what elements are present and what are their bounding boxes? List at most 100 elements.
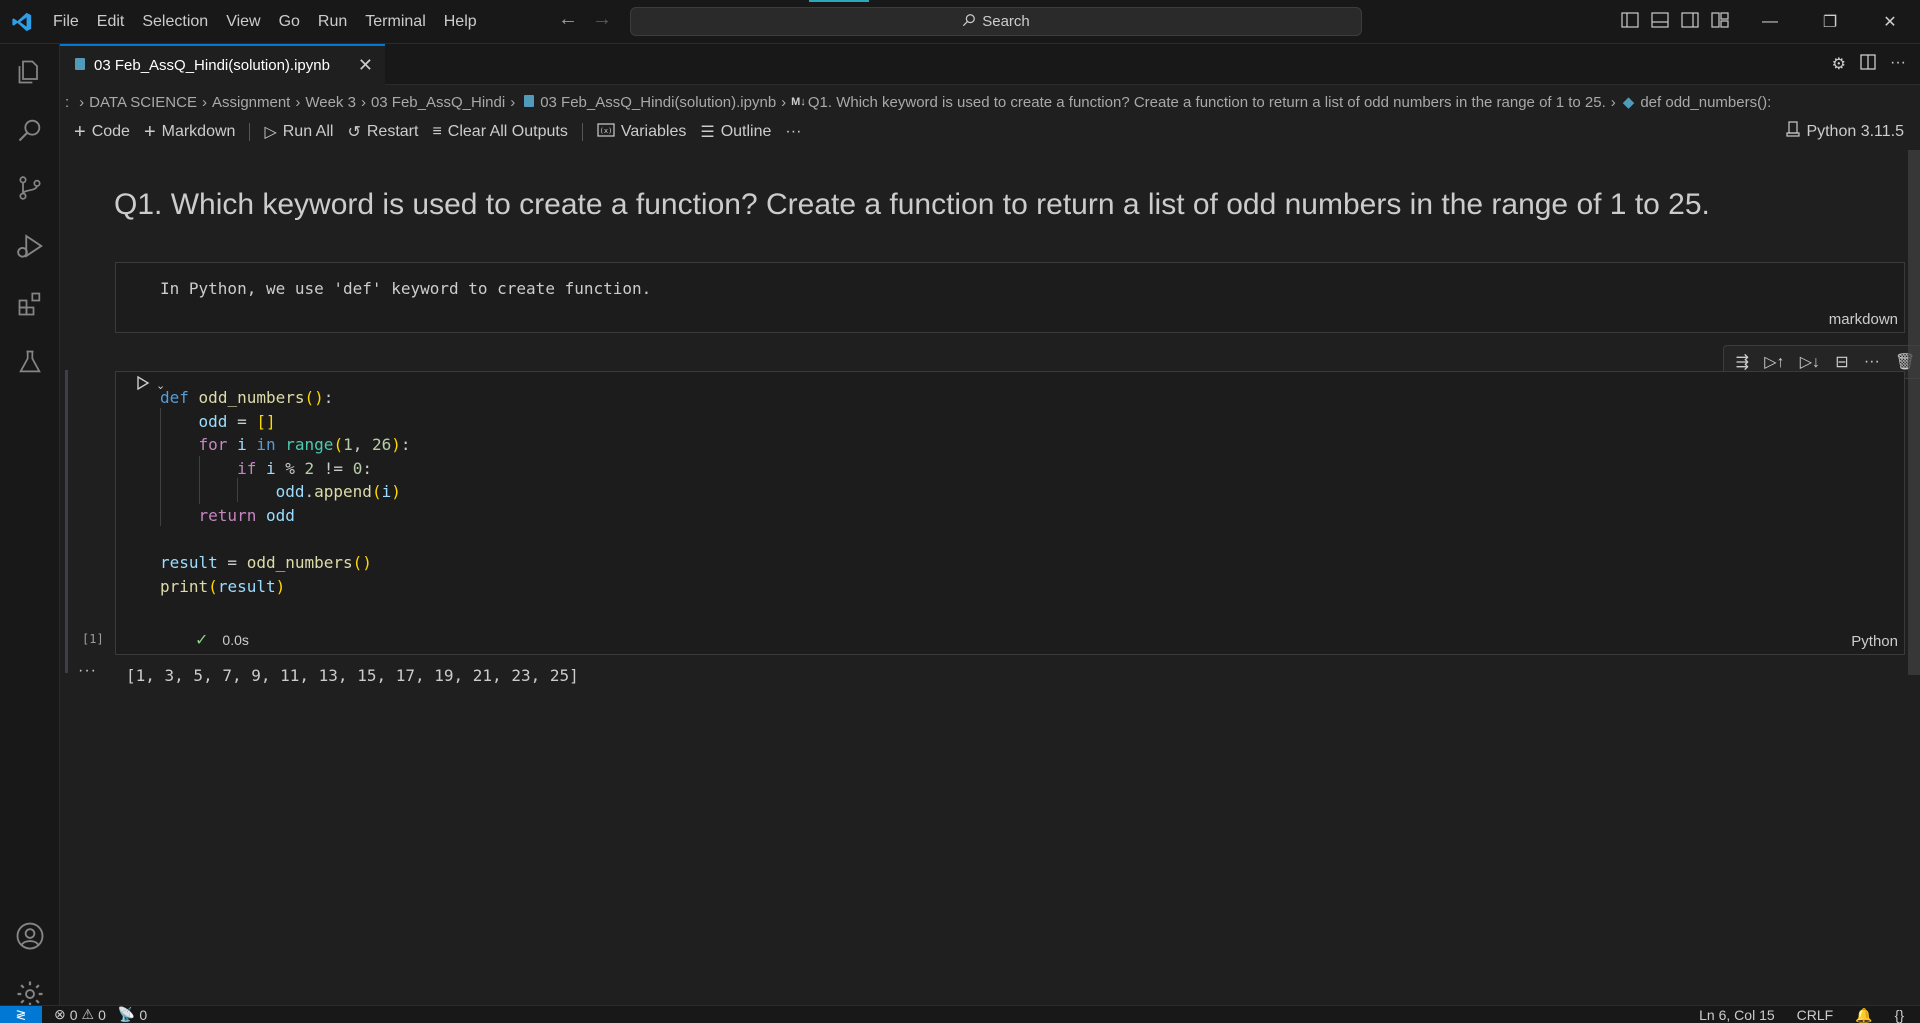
notebook-editor: Q1. Which keyword is used to create a fu… (60, 150, 1920, 1005)
extensions-icon[interactable] (0, 280, 60, 328)
breadcrumb-item[interactable]: 03 Feb_AssQ_Hindi(solution).ipynb (540, 94, 776, 111)
variables-icon: (x) (597, 122, 615, 142)
breadcrumb-item[interactable]: Assignment (212, 94, 290, 111)
toggle-primary-sidebar-icon[interactable] (1620, 10, 1640, 30)
back-arrow-icon[interactable]: ← (558, 8, 578, 31)
breadcrumb-item[interactable]: 03 Feb_AssQ_Hindi (371, 94, 505, 111)
menu-selection[interactable]: Selection (133, 0, 217, 44)
menu-run[interactable]: Run (309, 0, 356, 44)
breadcrumb-item[interactable]: Week 3 (305, 94, 356, 111)
activity-bar (0, 44, 60, 1007)
execute-below-icon[interactable]: ▷↓ (1800, 352, 1820, 372)
source-control-icon[interactable] (0, 164, 60, 212)
python-icon: ◆ (1622, 94, 1635, 111)
run-all-icon: ▷ (264, 124, 277, 141)
markdown-icon: M↓ (791, 96, 806, 108)
menu-go[interactable]: Go (270, 0, 309, 44)
code-editor[interactable]: def odd_numbers(): odd = [] for i in ran… (160, 386, 411, 598)
forward-arrow-icon[interactable]: → (592, 8, 612, 31)
explorer-icon[interactable] (0, 48, 60, 96)
close-tab-icon[interactable]: ✕ (358, 55, 373, 76)
outline-button[interactable]: ☰ Outline (700, 122, 771, 142)
more-toolbar-icon[interactable]: ··· (785, 123, 801, 141)
cursor-position[interactable]: Ln 6, Col 15 (1699, 1007, 1775, 1023)
search-sidebar-icon[interactable] (0, 106, 60, 154)
search-label: Search (982, 13, 1030, 30)
status-right: Ln 6, Col 15 CRLF 🔔 {} (1699, 1006, 1904, 1023)
vscode-logo-icon (0, 0, 44, 44)
close-window-icon[interactable]: ✕ (1860, 0, 1920, 44)
split-cell-icon[interactable]: ⊟ (1835, 352, 1848, 372)
notebook-settings-gear-icon[interactable]: ⚙ (1832, 54, 1846, 75)
more-actions-icon[interactable]: ··· (1890, 54, 1906, 75)
kernel-icon (1786, 121, 1801, 142)
vertical-scrollbar[interactable] (1908, 150, 1920, 675)
play-icon (136, 375, 150, 396)
markdown-cell[interactable]: In Python, we use 'def' keyword to creat… (115, 262, 1905, 333)
add-markdown-cell-button[interactable]: + Markdown (144, 121, 236, 144)
problems-indicator[interactable]: ⊗ 0 ⚠ 0 (54, 1006, 106, 1023)
breadcrumb-item[interactable]: Q1. Which keyword is used to create a fu… (808, 94, 1606, 111)
notebook-toolbar: + Code + Markdown ▷ Run All ↺ Restart ≡ Clear… (60, 118, 1920, 146)
run-all-button[interactable]: ▷ Run All (264, 122, 333, 142)
toolbar-divider (249, 123, 251, 141)
menu-terminal[interactable]: Terminal (356, 0, 434, 44)
kernel-picker[interactable]: Python 3.11.5 (1786, 121, 1904, 142)
accounts-icon[interactable] (0, 912, 60, 960)
run-debug-icon[interactable] (0, 222, 60, 270)
editor-actions: ⚙ ··· (1832, 54, 1906, 75)
ports-count: 0 (139, 1006, 148, 1023)
tab-notebook[interactable]: 03 Feb_AssQ_Hindi(solution).ipynb ✕ (60, 44, 385, 85)
run-by-line-icon[interactable]: ⇶ (1736, 352, 1749, 372)
execute-above-icon[interactable]: ▷↑ (1764, 352, 1784, 372)
outline-icon: ☰ (700, 124, 715, 141)
run-cell-button[interactable]: ⌄ (136, 375, 165, 396)
run-all-label: Run All (282, 123, 334, 140)
search-icon (962, 13, 976, 31)
editor-tabs: 03 Feb_AssQ_Hindi(solution).ipynb ✕ ⚙ ··… (60, 44, 1920, 85)
testing-icon[interactable] (0, 338, 60, 386)
chevron-right-icon: › (79, 93, 85, 111)
minimize-icon[interactable]: — (1740, 0, 1800, 44)
error-icon: ⊗ (54, 1006, 66, 1022)
breadcrumb-item[interactable]: def odd_numbers(): (1640, 94, 1771, 111)
execution-status: ✓ 0.0s (195, 630, 249, 650)
notebook-file-icon (524, 94, 535, 111)
braces-icon[interactable]: {} (1895, 1007, 1904, 1023)
end-of-line[interactable]: CRLF (1797, 1007, 1834, 1023)
variables-label: Variables (620, 123, 687, 140)
success-check-icon: ✓ (195, 632, 209, 649)
breadcrumb-item[interactable]: DATA SCIENCE (89, 94, 197, 111)
toggle-secondary-sidebar-icon[interactable] (1680, 10, 1700, 30)
code-cell[interactable]: def odd_numbers(): odd = [] for i in ran… (115, 371, 1905, 655)
outline-label: Outline (720, 123, 772, 140)
command-center-search[interactable]: Search (630, 7, 1362, 36)
variables-button[interactable]: (x) Variables (597, 122, 687, 142)
customize-layout-icon[interactable] (1710, 10, 1730, 30)
output-more-icon[interactable]: ··· (78, 662, 97, 680)
menu-bar: File Edit Selection View Go Run Terminal… (44, 0, 486, 44)
menu-edit[interactable]: Edit (88, 0, 134, 44)
markdown-heading[interactable]: Q1. Which keyword is used to create a fu… (114, 188, 1710, 222)
clear-outputs-label: Clear All Outputs (447, 123, 568, 140)
remote-indicator-icon[interactable]: ≷ (0, 1005, 42, 1023)
chevron-down-icon[interactable]: ⌄ (156, 379, 165, 392)
cell-more-icon[interactable]: ··· (1864, 353, 1880, 371)
breadcrumb: : › DATA SCIENCE › Assignment › Week 3 ›… (60, 90, 1920, 114)
ports-indicator[interactable]: 📡 0 (118, 1006, 147, 1023)
menu-view[interactable]: View (217, 0, 269, 44)
execution-time: 0.0s (222, 632, 249, 648)
restore-icon[interactable]: ❐ (1800, 0, 1860, 44)
restart-button[interactable]: ↺ Restart (347, 122, 418, 142)
split-editor-icon[interactable] (1860, 54, 1876, 75)
add-code-cell-button[interactable]: + Code (74, 121, 130, 144)
chevron-right-icon: › (295, 93, 301, 111)
notifications-bell-icon[interactable]: 🔔 (1855, 1007, 1872, 1023)
cell-language-label[interactable]: Python (1851, 633, 1898, 650)
cell-language-label[interactable]: markdown (1829, 311, 1898, 328)
menu-help[interactable]: Help (435, 0, 486, 44)
menu-file[interactable]: File (44, 0, 88, 44)
chevron-right-icon: › (360, 93, 366, 111)
clear-all-outputs-button[interactable]: ≡ Clear All Outputs (432, 123, 567, 141)
toggle-panel-icon[interactable] (1650, 10, 1670, 30)
